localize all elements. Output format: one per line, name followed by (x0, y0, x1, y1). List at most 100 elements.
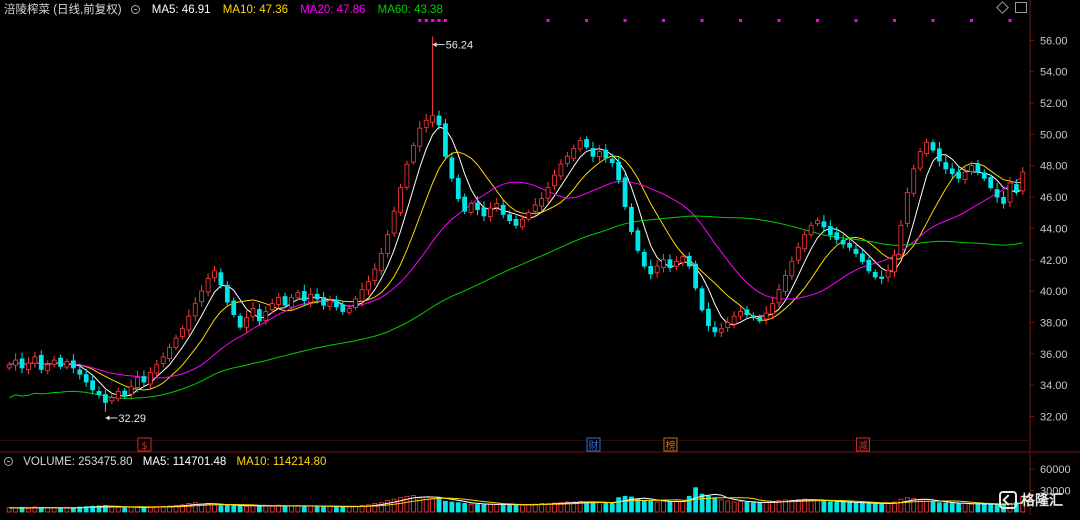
volume-bar (58, 508, 63, 513)
candle-body (333, 299, 339, 308)
window-toggle-icon[interactable] (1015, 2, 1027, 13)
candle-body (154, 364, 160, 374)
candle-body (770, 303, 775, 315)
volume-bar (532, 503, 538, 513)
candle-body (135, 376, 140, 388)
volume-bar (507, 504, 512, 513)
candle-body (1020, 171, 1026, 192)
candle-body (244, 317, 249, 328)
volume-bar (218, 505, 224, 513)
price-candles[interactable] (6, 36, 1026, 412)
candle-body (834, 232, 840, 240)
volume-legend: VOLUME: 253475.80 MA5: 114701.48 MA10: 1… (4, 454, 333, 470)
volume-bar (840, 501, 846, 513)
event-dot (431, 19, 435, 22)
candlestick-chart[interactable]: 56.24 32.29 56.00 54.00 52.00 50.00 48.00 46.0… (0, 0, 1080, 515)
event-dot (437, 19, 441, 22)
volume-settings-icon[interactable] (4, 457, 13, 466)
volume-bar (956, 503, 962, 513)
candle-body (532, 204, 538, 212)
candle-body (346, 307, 352, 313)
volume-bar (750, 502, 756, 513)
settings-toggle-icon[interactable] (130, 5, 140, 14)
candle-body (481, 207, 487, 217)
candle-body (558, 163, 564, 177)
volume-bar (327, 505, 333, 513)
volume-bar (821, 500, 827, 513)
volume-bars[interactable] (6, 487, 1026, 513)
candle-body (673, 260, 679, 267)
volume-bar (680, 501, 686, 513)
stock-title: 涪陵榨菜 (日线,前复权) (4, 4, 122, 16)
volume-bar (962, 503, 968, 513)
candle-body (783, 275, 788, 292)
candle-body (872, 271, 878, 278)
candle-body (744, 309, 750, 316)
volume-bar (597, 501, 602, 513)
volume-bar (513, 504, 519, 513)
volume-bar (443, 500, 448, 513)
volume-bar (385, 500, 391, 513)
volume-bar (834, 501, 840, 513)
candle-body (51, 359, 57, 365)
candle-body (257, 309, 262, 322)
volume-value: VOLUME: 253475.80 (23, 456, 133, 468)
price-legend: 涪陵榨菜 (日线,前复权) MA5: 46.91 MA10: 47.36 MA2… (4, 2, 452, 18)
candle-body (90, 380, 95, 391)
candle-body (898, 224, 904, 256)
candle-body (301, 291, 307, 301)
candle-body (192, 303, 198, 317)
candle-body (77, 369, 83, 375)
event-dot (777, 19, 781, 22)
volume-bar (763, 501, 769, 513)
candle-body (359, 289, 365, 302)
candle-body (949, 168, 955, 174)
event-dot (585, 19, 589, 22)
ma10-value: MA10: 47.36 (222, 4, 289, 16)
volume-bar (109, 506, 115, 513)
volume-bar (815, 500, 820, 513)
candle-body (904, 191, 910, 224)
candle-body (622, 177, 628, 207)
candle-body (199, 290, 205, 303)
candle-body (147, 372, 153, 385)
volume-bar (250, 505, 256, 513)
volume-bar (346, 506, 352, 513)
candle-body (795, 246, 801, 261)
event-dot (418, 19, 422, 22)
candle-body (180, 328, 185, 337)
candle-body (404, 163, 410, 188)
candle-body (571, 148, 577, 159)
candle-body (552, 174, 557, 187)
volume-bar (673, 500, 679, 513)
event-dot (739, 19, 743, 22)
candle-body (712, 327, 718, 333)
volume-bar (866, 503, 872, 513)
event-dot (854, 19, 858, 22)
candle-body (564, 155, 570, 164)
candle-body (943, 162, 949, 170)
volume-bar (635, 498, 641, 513)
candle-body (654, 265, 660, 274)
volume-bar (340, 506, 346, 513)
event-dot (424, 19, 428, 22)
volume-bar (45, 507, 51, 513)
volume-ma10-value: MA10: 114214.80 (236, 456, 327, 468)
candle-body (468, 202, 474, 213)
candle-body (526, 212, 532, 220)
event-dot (1008, 19, 1012, 22)
volume-bar (590, 502, 596, 513)
candle-body (513, 219, 519, 226)
volume-bar (847, 502, 852, 513)
candle-body (827, 226, 833, 236)
event-dot (700, 19, 704, 22)
volume-bar (462, 503, 468, 513)
candle-body (962, 171, 968, 180)
volume-bar (51, 507, 57, 513)
candle-body (975, 163, 981, 173)
volume-bar (475, 504, 480, 513)
volume-bar (494, 504, 500, 513)
candle-body (1013, 184, 1019, 192)
candle-body (410, 144, 416, 163)
candle-body (847, 242, 852, 248)
